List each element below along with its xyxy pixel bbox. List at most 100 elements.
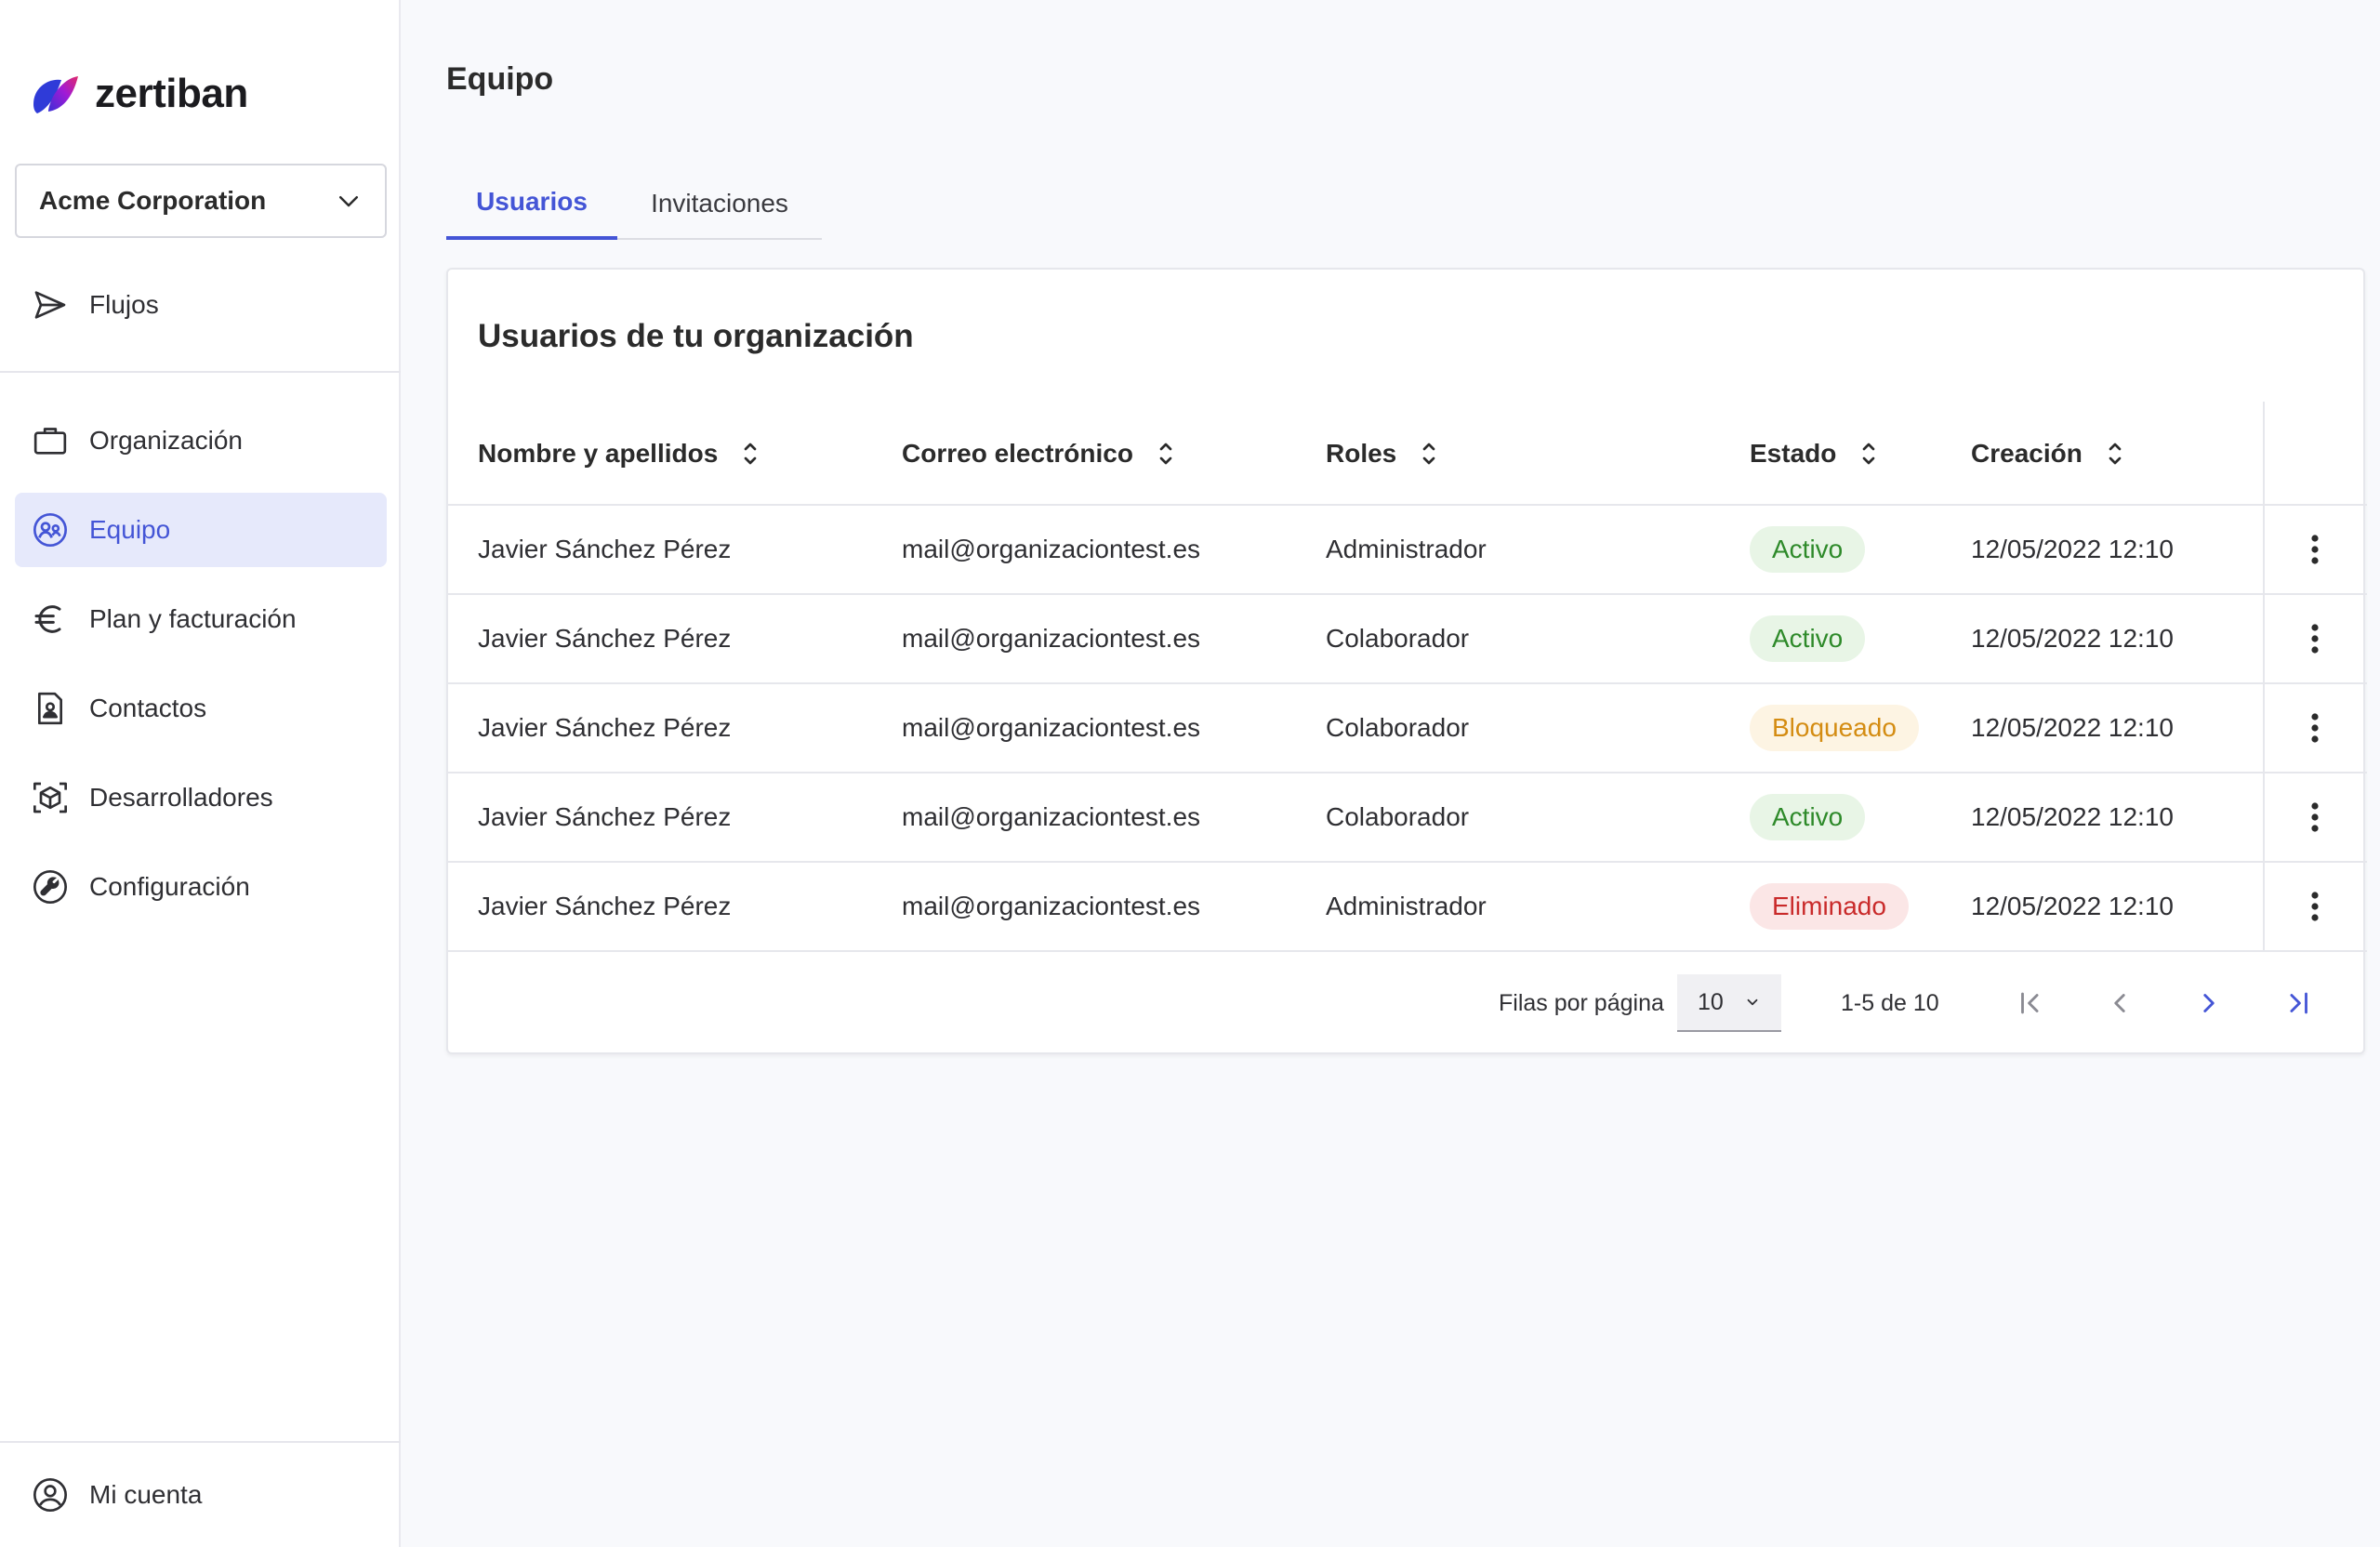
cell-name: Javier Sánchez Pérez xyxy=(478,624,732,653)
first-page-icon xyxy=(2021,992,2039,1014)
cell-role: Colaborador xyxy=(1326,713,1470,742)
column-header-email[interactable]: Correo electrónico xyxy=(902,402,1176,506)
sidebar-divider xyxy=(0,371,401,373)
cell-email: mail@organizaciontest.es xyxy=(902,535,1201,563)
cell-created: 12/05/2022 12:10 xyxy=(1971,624,2174,653)
sidebar-item-mi-cuenta[interactable]: Mi cuenta xyxy=(15,1458,387,1532)
tab-usuarios[interactable]: Usuarios xyxy=(446,167,617,240)
status-cell: Activo xyxy=(1750,774,1866,861)
users-card: Usuarios de tu organización Nombre y ape… xyxy=(446,268,2367,1054)
sidebar-item-label: Contactos xyxy=(89,694,207,722)
cell-name: Javier Sánchez Pérez xyxy=(478,535,732,563)
column-header-roles[interactable]: Roles xyxy=(1326,402,1439,506)
sidebar-item-desarrolladores[interactable]: Desarrolladores xyxy=(15,760,387,835)
first-page-button[interactable] xyxy=(2012,985,2049,1022)
tab-bar: Usuarios Invitaciones xyxy=(446,167,822,240)
organization-select[interactable]: Acme Corporation xyxy=(15,164,387,238)
cell-role: Colaborador xyxy=(1326,802,1470,831)
column-header-label: Nombre y apellidos xyxy=(478,439,719,468)
more-vertical-icon xyxy=(2311,624,2319,654)
cell-email: mail@organizaciontest.es xyxy=(902,892,1201,920)
status-cell: Bloqueado xyxy=(1750,684,1919,772)
page-title: Equipo xyxy=(446,61,554,97)
sort-icon[interactable] xyxy=(740,440,760,468)
sort-icon[interactable] xyxy=(1156,440,1176,468)
sidebar-item-equipo[interactable]: Equipo xyxy=(15,493,387,567)
next-page-button[interactable] xyxy=(2190,985,2228,1022)
row-actions-button[interactable] xyxy=(2263,595,2367,682)
cell-role: Administrador xyxy=(1326,535,1487,563)
cell-email: mail@organizaciontest.es xyxy=(902,624,1201,653)
user-circle-icon xyxy=(32,1476,69,1514)
status-cell: Activo xyxy=(1750,595,1866,682)
team-icon xyxy=(32,511,69,549)
cell-name: Javier Sánchez Pérez xyxy=(478,713,732,742)
status-cell: Activo xyxy=(1750,506,1866,593)
wrench-icon xyxy=(32,868,69,906)
contact-icon xyxy=(32,690,69,727)
rows-per-page-label: Filas por página xyxy=(1499,989,1664,1016)
column-header-name[interactable]: Nombre y apellidos xyxy=(478,402,760,506)
card-title: Usuarios de tu organización xyxy=(478,318,914,354)
table-row[interactable]: Javier Sánchez Pérez mail@organizaciontes… xyxy=(448,684,2367,774)
table-row[interactable]: Javier Sánchez Pérez mail@organizaciontes… xyxy=(448,774,2367,863)
sidebar-item-label: Equipo xyxy=(89,515,171,544)
last-page-button[interactable] xyxy=(2280,985,2317,1022)
status-badge: Activo xyxy=(1750,615,1866,662)
row-actions-button[interactable] xyxy=(2263,774,2367,861)
zertiban-logo-icon xyxy=(33,76,78,113)
sidebar-item-label: Desarrolladores xyxy=(89,783,273,812)
pagination-range: 1-5 de 10 xyxy=(1841,989,1939,1016)
column-header-label: Creación xyxy=(1971,439,2082,468)
cube-icon xyxy=(32,779,69,816)
status-badge: Bloqueado xyxy=(1750,705,1919,751)
sidebar-item-configuracion[interactable]: Configuración xyxy=(15,850,387,924)
previous-page-button[interactable] xyxy=(2101,985,2138,1022)
euro-icon xyxy=(32,601,69,638)
sidebar-item-label: Organización xyxy=(89,426,243,455)
organization-select-value: Acme Corporation xyxy=(39,186,267,215)
chevron-right-icon xyxy=(2203,994,2215,1012)
cell-email: mail@organizaciontest.es xyxy=(902,713,1201,742)
more-vertical-icon xyxy=(2311,892,2319,921)
table-row[interactable]: Javier Sánchez Pérez mail@organizaciontes… xyxy=(448,595,2367,684)
rows-per-page-value: 10 xyxy=(1698,988,1724,1015)
status-badge: Eliminado xyxy=(1750,883,1909,930)
row-actions-button[interactable] xyxy=(2263,684,2367,772)
sidebar-item-label: Mi cuenta xyxy=(89,1480,203,1509)
column-header-label: Correo electrónico xyxy=(902,439,1133,468)
cell-role: Administrador xyxy=(1326,892,1487,920)
cell-created: 12/05/2022 12:10 xyxy=(1971,535,2174,563)
sidebar-item-organizacion[interactable]: Organización xyxy=(15,403,387,478)
status-cell: Eliminado xyxy=(1750,863,1909,950)
sort-icon[interactable] xyxy=(2105,440,2125,468)
sidebar-item-contactos[interactable]: Contactos xyxy=(15,671,387,746)
cell-created: 12/05/2022 12:10 xyxy=(1971,802,2174,831)
table-row[interactable]: Javier Sánchez Pérez mail@organizaciontes… xyxy=(448,506,2367,595)
send-icon xyxy=(32,286,69,324)
sort-icon[interactable] xyxy=(1419,440,1439,468)
sidebar-item-flujos[interactable]: Flujos xyxy=(15,268,387,342)
column-header-estado[interactable]: Estado xyxy=(1750,402,1879,506)
rows-per-page-select[interactable]: 10 xyxy=(1677,974,1781,1032)
cell-created: 12/05/2022 12:10 xyxy=(1971,892,2174,920)
brand-logo[interactable]: zertiban xyxy=(30,71,248,117)
row-actions-button[interactable] xyxy=(2263,863,2367,950)
table-row[interactable]: Javier Sánchez Pérez mail@organizaciontes… xyxy=(448,863,2367,952)
cell-name: Javier Sánchez Pérez xyxy=(478,892,732,920)
status-badge: Activo xyxy=(1750,526,1866,573)
column-header-creacion[interactable]: Creación xyxy=(1971,402,2125,506)
sort-icon[interactable] xyxy=(1858,440,1879,468)
sidebar-item-plan-facturacion[interactable]: Plan y facturación xyxy=(15,582,387,656)
last-page-icon xyxy=(2290,992,2307,1014)
tab-invitaciones[interactable]: Invitaciones xyxy=(617,167,822,240)
row-actions-button[interactable] xyxy=(2263,506,2367,593)
brand-name: zertiban xyxy=(95,71,248,116)
chevron-down-icon xyxy=(339,196,358,207)
cell-created: 12/05/2022 12:10 xyxy=(1971,713,2174,742)
status-badge: Activo xyxy=(1750,794,1866,840)
pagination: Filas por página 10 1-5 de 10 xyxy=(448,952,2367,1054)
column-header-label: Estado xyxy=(1750,439,1837,468)
cell-name: Javier Sánchez Pérez xyxy=(478,802,732,831)
briefcase-icon xyxy=(32,422,69,459)
